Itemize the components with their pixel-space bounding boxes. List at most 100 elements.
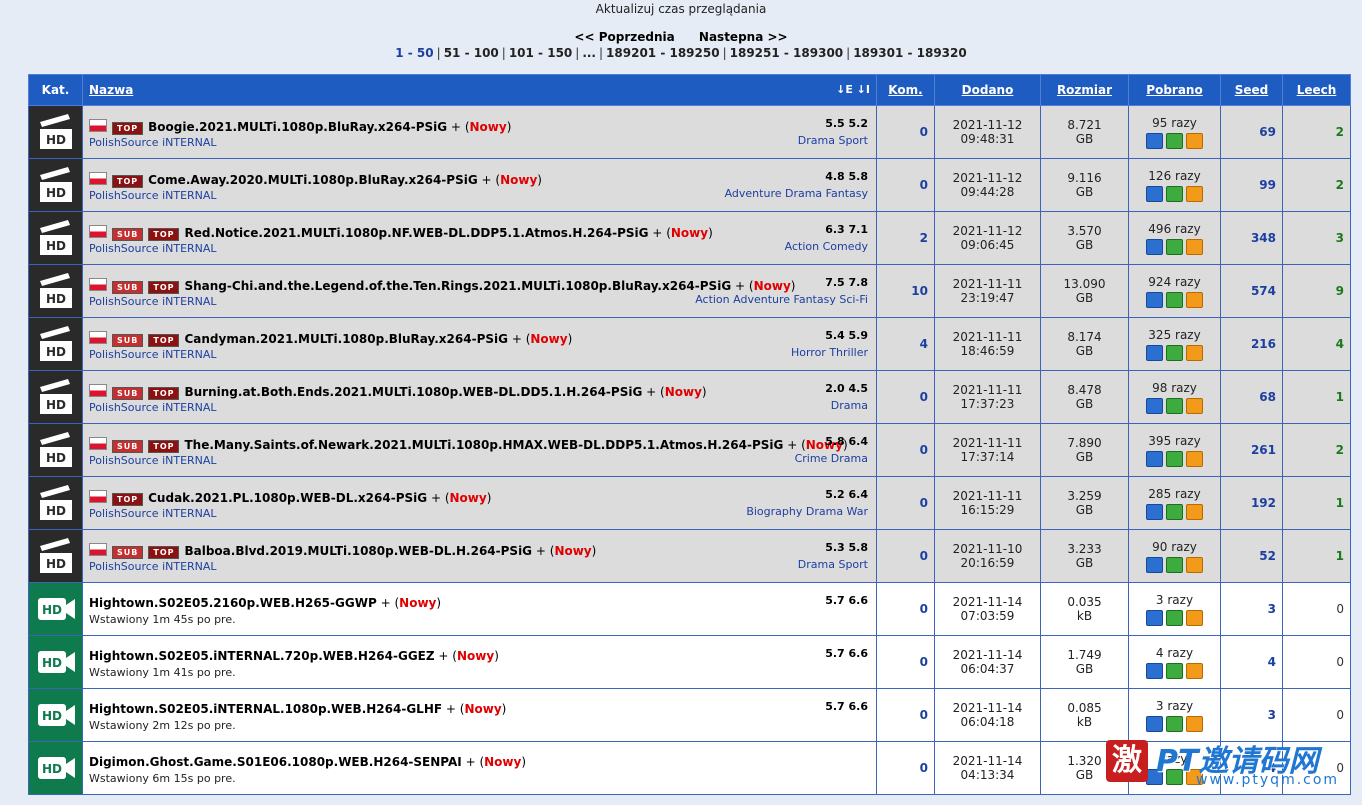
col-seed[interactable]: Seed (1220, 74, 1283, 106)
rss-icon[interactable] (1186, 397, 1203, 414)
comments-count[interactable]: 10 (876, 264, 935, 318)
leech-count[interactable]: 0 (1282, 582, 1351, 636)
rss-icon[interactable] (1186, 238, 1203, 255)
seed-count[interactable]: 4 (1220, 635, 1283, 689)
leech-count[interactable]: 1 (1282, 370, 1351, 424)
download-save-icon[interactable] (1146, 556, 1163, 573)
torrent-title-link[interactable]: Red.Notice.2021.MULTi.1080p.NF.WEB-DL.DD… (184, 226, 648, 240)
sort-dodano-link[interactable]: Dodano (962, 83, 1014, 97)
comments-count[interactable]: 0 (876, 688, 935, 742)
comments-count[interactable]: 0 (876, 582, 935, 636)
download-magnet-icon[interactable] (1166, 556, 1183, 573)
leech-count[interactable]: 2 (1282, 423, 1351, 477)
prev-page-link[interactable]: << Poprzednia (574, 30, 674, 44)
category-cell[interactable]: HD (28, 317, 83, 371)
rss-icon[interactable] (1186, 344, 1203, 361)
rss-icon[interactable] (1186, 715, 1203, 732)
hd-tv-category-icon[interactable]: HD (34, 746, 78, 790)
rss-icon[interactable] (1186, 450, 1203, 467)
torrent-title-link[interactable]: Come.Away.2020.MULTi.1080p.BluRay.x264-P… (148, 173, 478, 187)
col-pobrano[interactable]: Pobrano (1128, 74, 1221, 106)
seed-count[interactable]: 3 (1220, 688, 1283, 742)
sort-kom-link[interactable]: Kom. (888, 83, 922, 97)
leech-count[interactable]: 2 (1282, 105, 1351, 159)
leech-count[interactable]: 2 (1282, 158, 1351, 212)
rss-icon[interactable] (1186, 185, 1203, 202)
col-kom[interactable]: Kom. (876, 74, 935, 106)
download-save-icon[interactable] (1146, 609, 1163, 626)
hd-tv-category-icon[interactable]: HD (34, 640, 78, 684)
category-cell[interactable]: HD (28, 688, 83, 742)
leech-count[interactable]: 1 (1282, 529, 1351, 583)
hd-tv-category-icon[interactable]: HD (34, 693, 78, 737)
download-save-icon[interactable] (1146, 715, 1163, 732)
rss-icon[interactable] (1186, 503, 1203, 520)
comments-count[interactable]: 0 (876, 635, 935, 689)
download-save-icon[interactable] (1146, 662, 1163, 679)
page-link[interactable]: 189201 - 189250 (606, 46, 720, 60)
sort-seed-link[interactable]: Seed (1235, 83, 1269, 97)
leech-count[interactable]: 3 (1282, 211, 1351, 265)
page-link[interactable]: 189251 - 189300 (730, 46, 844, 60)
download-save-icon[interactable] (1146, 344, 1163, 361)
download-save-icon[interactable] (1146, 397, 1163, 414)
download-save-icon[interactable] (1146, 503, 1163, 520)
torrent-title-link[interactable]: The.Many.Saints.of.Newark.2021.MULTi.108… (184, 438, 783, 452)
leech-count[interactable]: 9 (1282, 264, 1351, 318)
genre-links[interactable]: Action Adventure Fantasy Sci-Fi (695, 293, 868, 306)
seed-count[interactable]: 261 (1220, 423, 1283, 477)
comments-count[interactable]: 0 (876, 476, 935, 530)
leech-count[interactable]: 0 (1282, 635, 1351, 689)
download-magnet-icon[interactable] (1166, 397, 1183, 414)
torrent-title-link[interactable]: Hightown.S02E05.iNTERNAL.1080p.WEB.H264-… (89, 702, 442, 716)
genre-links[interactable]: Drama (831, 399, 868, 412)
genre-links[interactable]: Horror Thriller (791, 346, 868, 359)
comments-count[interactable]: 2 (876, 211, 935, 265)
hd-movie-category-icon[interactable]: HD (34, 322, 78, 366)
download-magnet-icon[interactable] (1166, 662, 1183, 679)
seed-count[interactable]: 3 (1220, 582, 1283, 636)
genre-links[interactable]: Biography Drama War (746, 505, 868, 518)
seed-count[interactable]: 192 (1220, 476, 1283, 530)
leech-count[interactable]: 4 (1282, 317, 1351, 371)
torrent-title-link[interactable]: Balboa.Blvd.2019.MULTi.1080p.WEB-DL.H.26… (184, 544, 532, 558)
download-magnet-icon[interactable] (1166, 503, 1183, 520)
genre-links[interactable]: Action Comedy (785, 240, 868, 253)
category-cell[interactable]: HD (28, 476, 83, 530)
torrent-title-link[interactable]: Hightown.S02E05.iNTERNAL.720p.WEB.H264-G… (89, 649, 435, 663)
category-cell[interactable]: HD (28, 370, 83, 424)
torrent-title-link[interactable]: Burning.at.Both.Ends.2021.MULTi.1080p.WE… (184, 385, 642, 399)
col-leech[interactable]: Leech (1282, 74, 1351, 106)
rss-icon[interactable] (1186, 556, 1203, 573)
refresh-link[interactable]: Aktualizuj czas przeglądania (0, 0, 1362, 18)
hd-movie-category-icon[interactable]: HD (34, 481, 78, 525)
sort-pobrano-link[interactable]: Pobrano (1146, 83, 1202, 97)
torrent-title-link[interactable]: Hightown.S02E05.2160p.WEB.H265-GGWP (89, 596, 377, 610)
torrent-title-link[interactable]: Digimon.Ghost.Game.S01E06.1080p.WEB.H264… (89, 755, 462, 769)
category-cell[interactable]: HD (28, 423, 83, 477)
category-cell[interactable]: HD (28, 158, 83, 212)
torrent-title-link[interactable]: Cudak.2021.PL.1080p.WEB-DL.x264-PSiG (148, 491, 427, 505)
download-magnet-icon[interactable] (1166, 238, 1183, 255)
sort-leech-link[interactable]: Leech (1297, 83, 1337, 97)
page-link[interactable]: 189301 - 189320 (853, 46, 967, 60)
sort-name-link[interactable]: Nazwa (89, 83, 133, 97)
seed-count[interactable]: 99 (1220, 158, 1283, 212)
rss-icon[interactable] (1186, 291, 1203, 308)
rss-icon[interactable] (1186, 132, 1203, 149)
rss-icon[interactable] (1186, 609, 1203, 626)
comments-count[interactable]: 0 (876, 370, 935, 424)
category-cell[interactable]: HD (28, 211, 83, 265)
download-magnet-icon[interactable] (1166, 715, 1183, 732)
seed-count[interactable]: 348 (1220, 211, 1283, 265)
hd-movie-category-icon[interactable]: HD (34, 216, 78, 260)
hd-movie-category-icon[interactable]: HD (34, 110, 78, 154)
download-save-icon[interactable] (1146, 132, 1163, 149)
seed-count[interactable]: 69 (1220, 105, 1283, 159)
col-dodano[interactable]: Dodano (934, 74, 1041, 106)
leech-count[interactable]: 1 (1282, 476, 1351, 530)
rss-icon[interactable] (1186, 662, 1203, 679)
category-cell[interactable]: HD (28, 635, 83, 689)
torrent-title-link[interactable]: Shang-Chi.and.the.Legend.of.the.Ten.Ring… (184, 279, 731, 293)
download-save-icon[interactable] (1146, 185, 1163, 202)
